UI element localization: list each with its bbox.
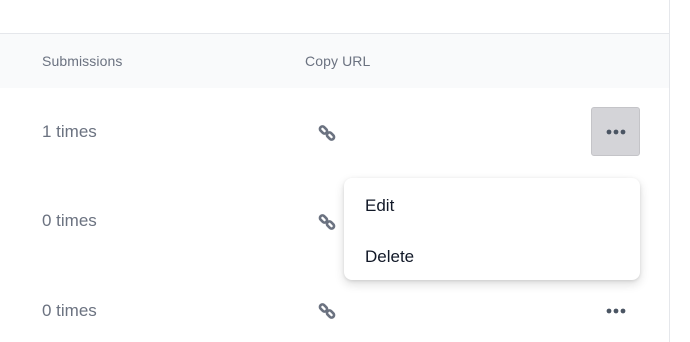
link-icon bbox=[318, 214, 336, 230]
submissions-count: 0 times bbox=[42, 211, 97, 230]
delete-menu-label: Delete bbox=[365, 247, 415, 266]
submissions-column-header: Submissions bbox=[42, 53, 123, 69]
edit-menu-item[interactable]: Edit bbox=[344, 182, 640, 226]
row-actions-button[interactable] bbox=[591, 107, 640, 156]
table-row: 1 times bbox=[0, 88, 669, 178]
more-horizontal-icon bbox=[606, 129, 625, 134]
more-horizontal-icon bbox=[606, 308, 625, 313]
submissions-count: 1 times bbox=[42, 122, 97, 141]
link-icon bbox=[318, 125, 336, 141]
copy-url-button[interactable] bbox=[316, 300, 338, 322]
edit-menu-label: Edit bbox=[365, 196, 395, 215]
link-icon bbox=[318, 303, 336, 319]
table-header: Submissions Copy URL bbox=[0, 33, 669, 89]
copy-url-button[interactable] bbox=[316, 122, 338, 144]
delete-menu-item[interactable]: Delete bbox=[344, 233, 640, 277]
forms-table: Submissions Copy URL 1 times 0 times 0 t… bbox=[0, 0, 670, 342]
submissions-count: 0 times bbox=[42, 301, 97, 320]
copy-url-column-header: Copy URL bbox=[305, 53, 371, 69]
copy-url-button[interactable] bbox=[316, 211, 338, 233]
row-actions-menu: Edit Delete bbox=[344, 178, 640, 280]
row-actions-button[interactable] bbox=[591, 286, 640, 335]
